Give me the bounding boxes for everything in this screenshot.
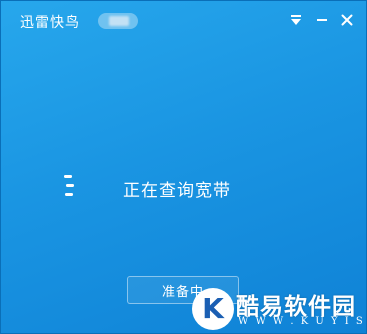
watermark-url: W W W . K U Y I S O F T . C O M: [238, 316, 366, 327]
watermark-badge-letter: K: [202, 292, 224, 325]
watermark-logo: K 酷易软件园 W W W . K U Y I S O F T . C O M: [192, 285, 366, 333]
loading-spinner-icon: [64, 175, 74, 196]
status-text: 正在查询宽带: [123, 181, 231, 201]
app-window: 迅雷快鸟 正在查询宽带 准备中 K 酷易软件园 W W W . K U Y I …: [0, 0, 367, 334]
main-content: 正在查询宽带 准备中: [1, 1, 366, 333]
watermark-badge: K: [192, 288, 234, 330]
